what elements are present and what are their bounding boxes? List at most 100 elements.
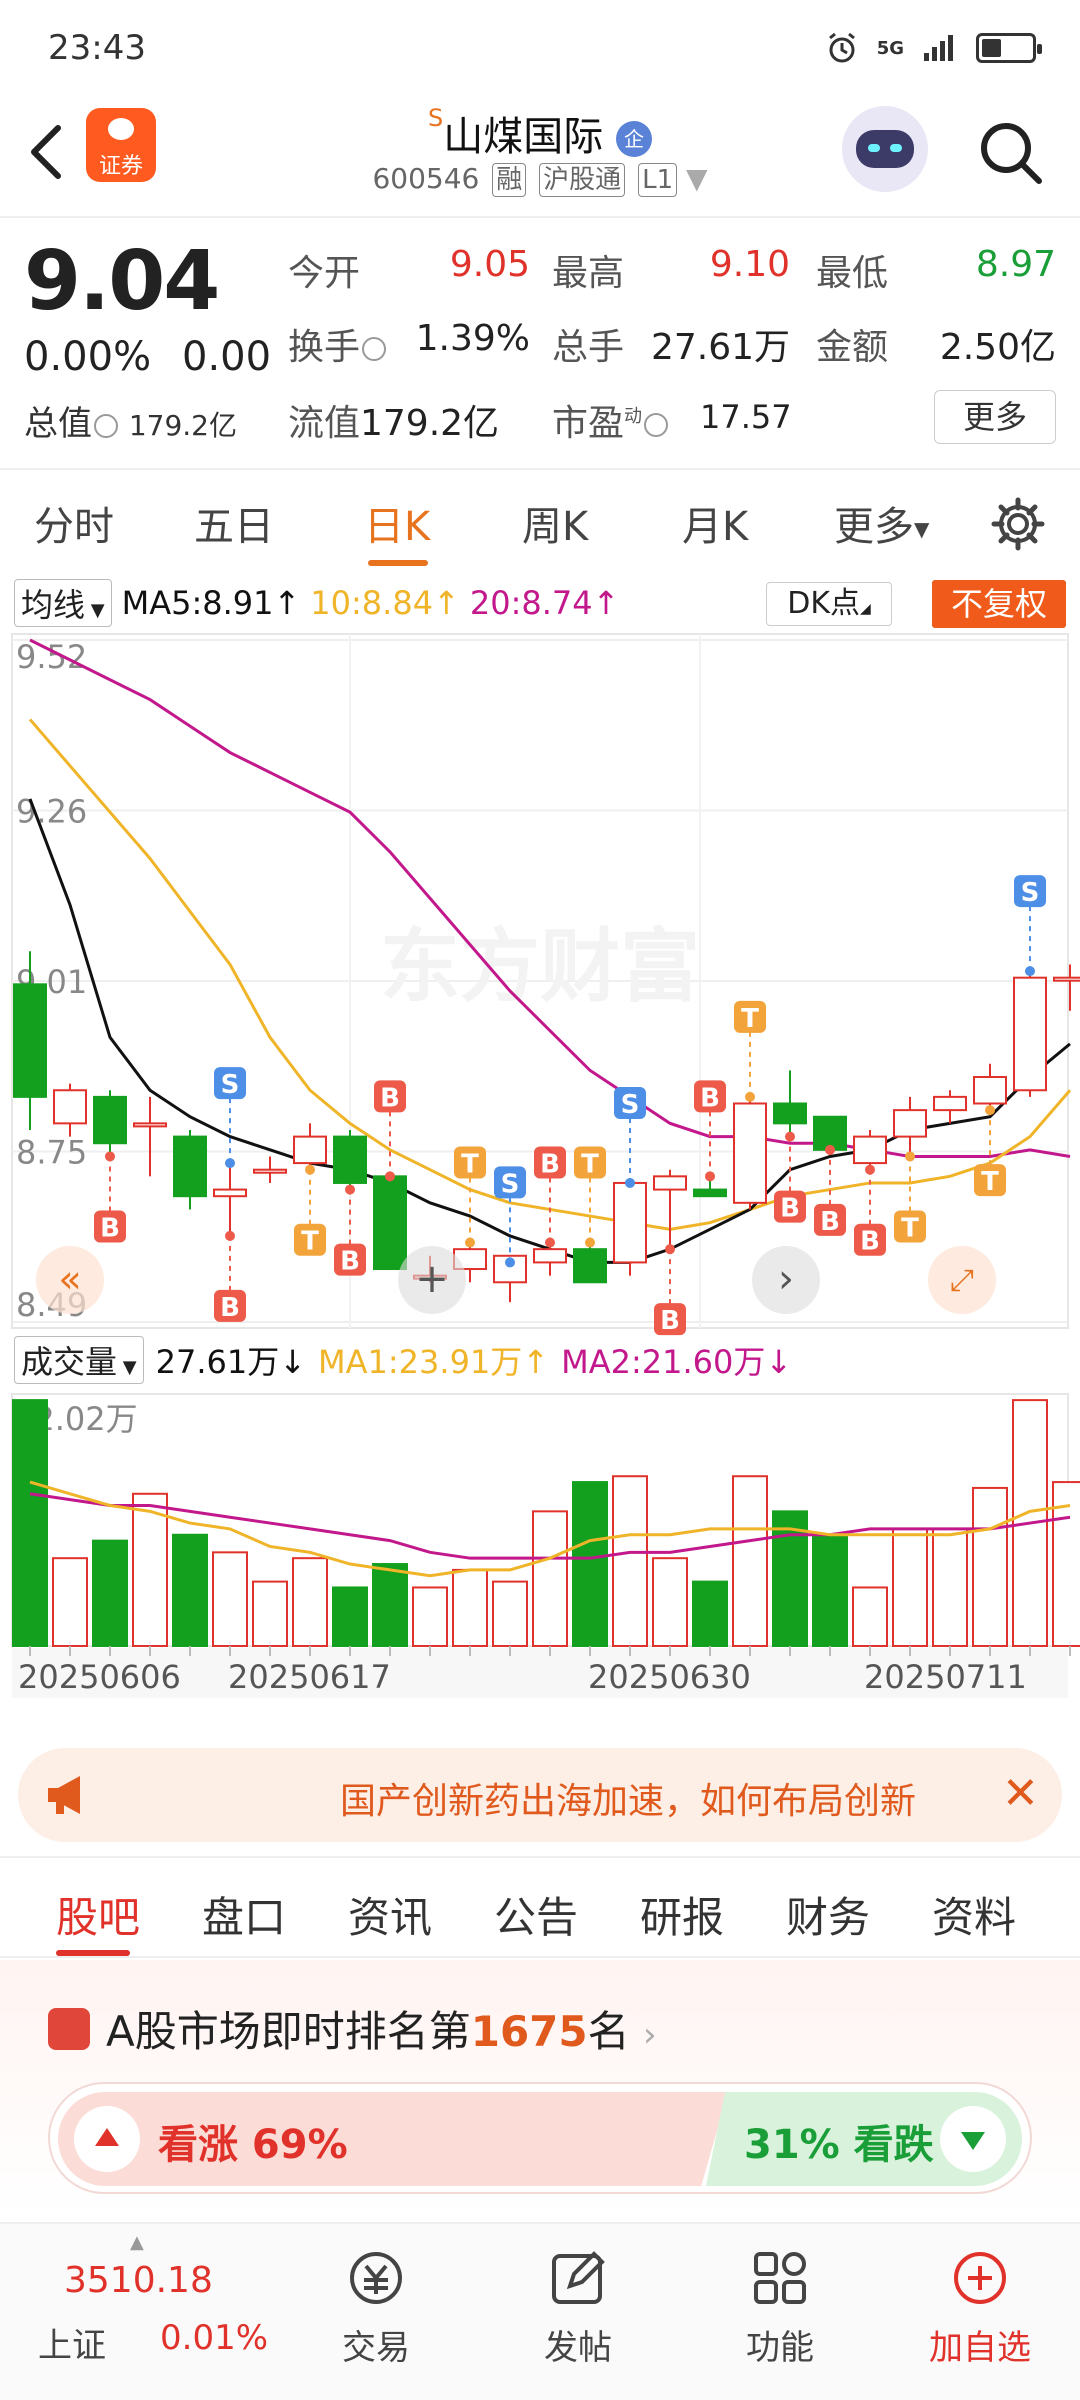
change-percent: 0.00%	[24, 334, 152, 380]
search-button[interactable]	[976, 118, 1046, 188]
candle-body	[333, 1135, 367, 1184]
stock-code: 600546	[372, 162, 480, 195]
open-label: 今开	[288, 253, 361, 294]
tab-announcements[interactable]: 公告	[494, 1884, 578, 1945]
tab-more-periods[interactable]: 更多▼	[834, 494, 929, 552]
candle-body	[1013, 976, 1047, 1092]
tab-forum[interactable]: 股吧	[56, 1884, 140, 1945]
candle-body	[1053, 976, 1080, 982]
more-quote-button[interactable]: 更多	[934, 390, 1056, 444]
tab-intraday[interactable]: 分时	[34, 494, 114, 552]
tab-financials[interactable]: 财务	[786, 1884, 870, 1945]
candle-body	[973, 1076, 1007, 1105]
pe-value: 17.57	[700, 398, 792, 436]
status-icons: 5G	[825, 31, 1042, 65]
nav-post[interactable]: 发帖	[508, 2236, 648, 2386]
tag-level: L1	[638, 163, 678, 197]
signal-label: B	[540, 1150, 560, 1180]
vote-up-label: 看涨 69%	[158, 2122, 348, 2168]
candle-body	[213, 1188, 247, 1198]
signal-label: B	[100, 1213, 120, 1243]
nav-add-watchlist[interactable]: 加自选	[910, 2236, 1050, 2386]
signal-dot	[985, 1105, 995, 1116]
signal-dot	[865, 1164, 875, 1175]
amount-label: 金额	[816, 327, 889, 368]
megaphone-icon	[48, 1776, 80, 1814]
signal-label: B	[820, 1207, 840, 1237]
market-rank[interactable]: A股市场即时排名第1675名 ›	[106, 1998, 657, 2059]
volume-bar	[972, 1486, 1008, 1648]
nav-trade[interactable]: 交易	[306, 2236, 446, 2386]
kline-chart-area[interactable]: 均线 ▼ MA5:8.91↑ 10:8.84↑ 20:8.74↑ DK点◢ 不复…	[0, 574, 1080, 1698]
watermark: 东方财富	[380, 920, 700, 1013]
plus-circle-icon	[954, 2252, 1006, 2304]
expand-icon: ⤢	[950, 1263, 974, 1298]
close-icon[interactable]: ✕	[1002, 1768, 1039, 1819]
index-name: 上证	[38, 2326, 106, 2366]
y-tick-label: 8.75	[16, 1134, 87, 1172]
vote-down-label: 31% 看跌	[744, 2122, 934, 2168]
chevron-right-icon: ›	[778, 1256, 794, 1302]
tab-news[interactable]: 资讯	[348, 1884, 432, 1945]
signal-label: T	[301, 1227, 319, 1257]
s-mark: S	[428, 104, 444, 132]
tab-profile[interactable]: 资料	[932, 1884, 1016, 1945]
volume-bar	[52, 1557, 88, 1648]
vote-up-button[interactable]	[74, 2106, 140, 2172]
alarm-icon	[828, 32, 855, 63]
info-icon	[362, 337, 387, 361]
tab-daily-k[interactable]: 日K	[364, 494, 430, 552]
signal-label: S	[1021, 878, 1040, 908]
signal-label: B	[700, 1083, 720, 1113]
candle-body	[133, 1122, 167, 1128]
status-time: 23:43	[48, 28, 146, 68]
pe-label[interactable]: 市盈动	[552, 394, 669, 446]
tab-research[interactable]: 研报	[640, 1884, 724, 1945]
sentiment-panel: A股市场即时排名第1675名 › 看涨 69% 31% 看跌	[0, 1960, 1080, 2220]
candle-body	[293, 1135, 327, 1165]
volume-bar	[212, 1551, 248, 1647]
kline-chart[interactable]: 9.529.269.018.758.49东方财富BSBTBBTSBTSBBTBB…	[0, 574, 1080, 1698]
candle-body	[373, 1175, 407, 1271]
active-tab-indicator	[56, 1950, 130, 1956]
volume-bar	[452, 1568, 488, 1647]
candle-body	[53, 1089, 87, 1125]
status-bar: 23:43 5G	[0, 0, 1080, 96]
signal-dot	[705, 1171, 715, 1182]
ma20-line	[29, 638, 1071, 1158]
candle-body	[253, 1168, 287, 1174]
candle-body	[773, 1102, 807, 1125]
corp-badge: 企	[615, 121, 652, 157]
high-label: 最高	[552, 253, 625, 294]
market-cap[interactable]: 总值 179.2亿	[24, 396, 237, 445]
volume-bar	[572, 1481, 608, 1647]
caret-down-icon: ▼	[686, 162, 708, 195]
edit-icon	[552, 2251, 605, 2304]
signal-dot	[545, 1237, 555, 1248]
tab-five-day[interactable]: 五日	[194, 494, 274, 552]
nav-functions[interactable]: 功能	[710, 2236, 850, 2386]
tab-monthly-k[interactable]: 月K	[682, 494, 748, 552]
signal-dot	[345, 1184, 355, 1195]
search-icon	[981, 123, 1042, 184]
float-cap-label: 流值	[288, 403, 361, 444]
gear-icon[interactable]	[990, 496, 1046, 552]
turnover-value: 1.39%	[415, 318, 530, 359]
assistant-avatar[interactable]	[842, 106, 928, 192]
index-change: 0.01%	[160, 2318, 269, 2358]
news-banner[interactable]: 国产创新药出海加速，如何布局创新 ✕	[18, 1748, 1062, 1842]
tab-order-book[interactable]: 盘口	[202, 1884, 286, 1945]
volume-indicator-select[interactable]: 成交量 ▼	[14, 1336, 144, 1384]
vote-down-button[interactable]	[940, 2106, 1006, 2172]
section-tabs: 股吧 盘口 资讯 公告 研报 财务 资料	[0, 1856, 1080, 1958]
volume-bar	[652, 1557, 688, 1648]
candle-body	[13, 983, 47, 1098]
volume-value: 27.61万	[650, 327, 790, 368]
caret-down-icon: ▼	[914, 517, 930, 541]
candle-body	[173, 1135, 207, 1198]
tab-weekly-k[interactable]: 周K	[522, 494, 588, 552]
caret-up-icon: ▲	[130, 2232, 144, 2253]
news-text: 国产创新药出海加速，如何布局创新	[340, 1781, 917, 1822]
volume-bar	[892, 1527, 928, 1648]
signal-dot	[665, 1244, 675, 1255]
